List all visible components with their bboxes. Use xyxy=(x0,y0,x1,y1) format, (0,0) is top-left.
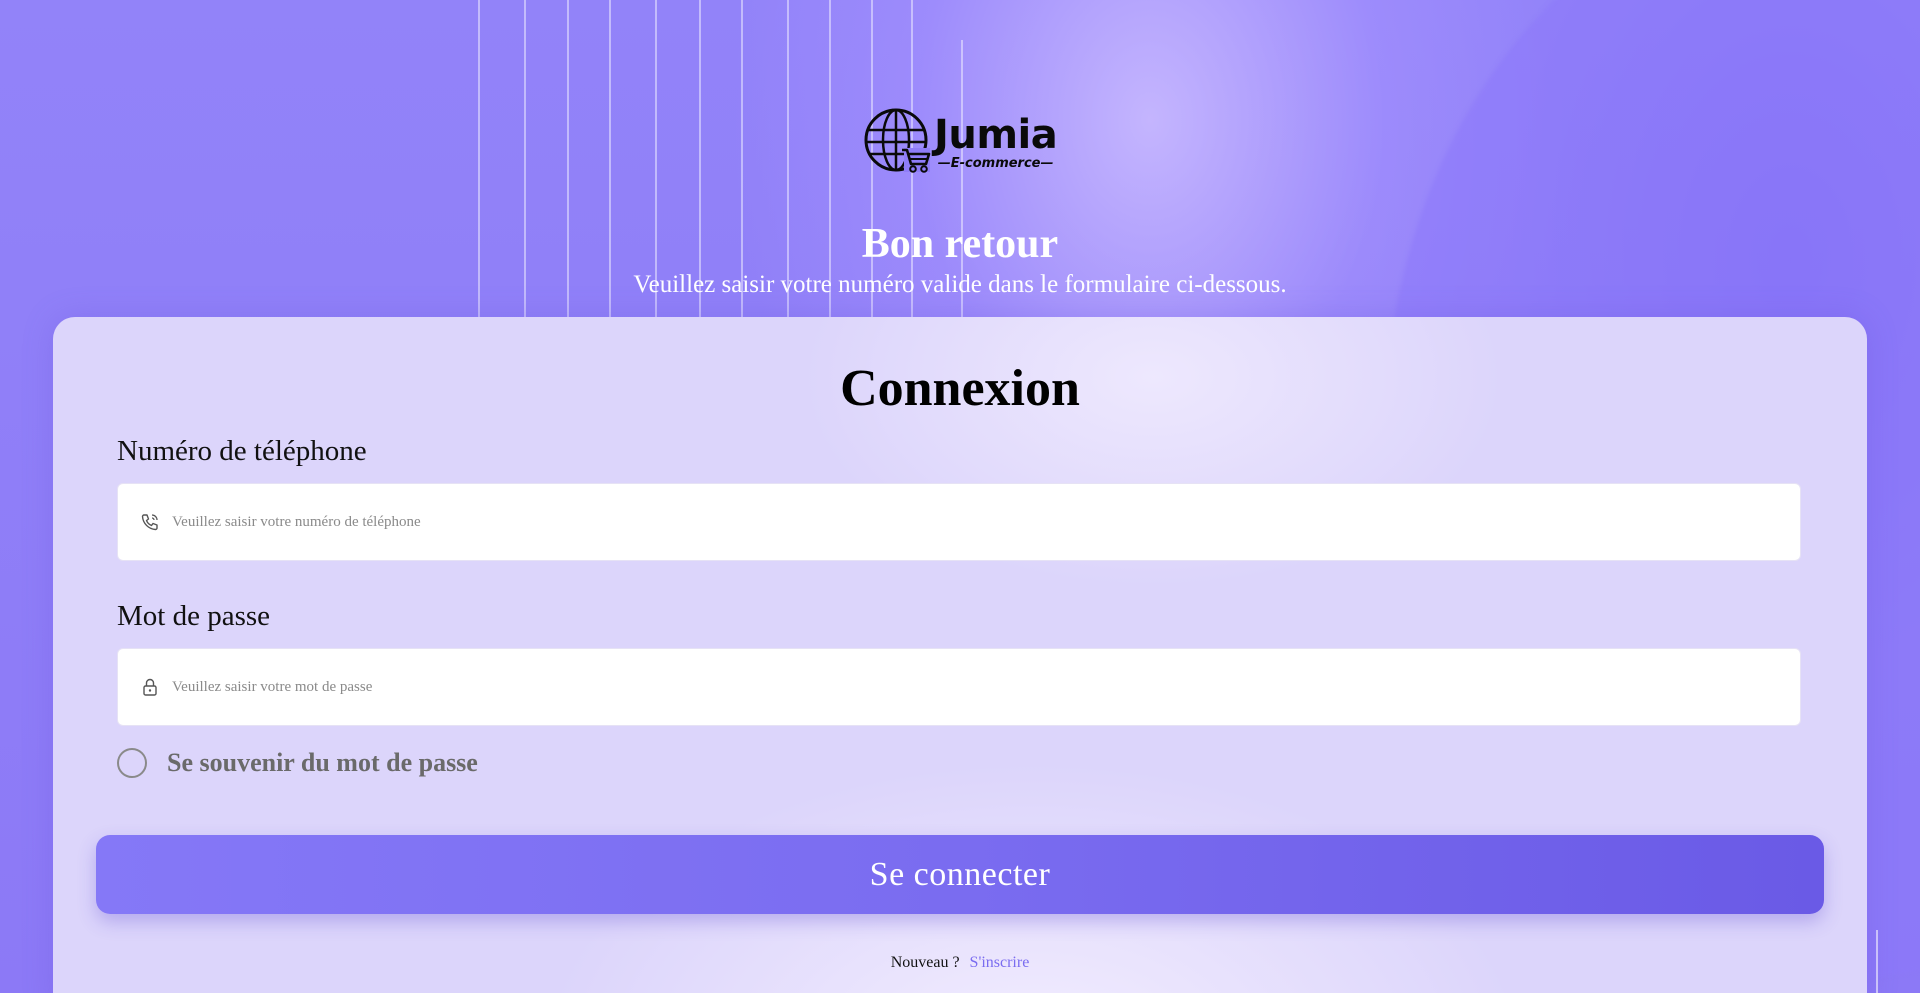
lock-icon xyxy=(140,677,160,697)
signup-prompt-text: Nouveau ? xyxy=(890,954,960,971)
remember-radio[interactable] xyxy=(117,748,147,778)
form-title: Connexion xyxy=(840,360,1080,417)
brand-wordmark: Jumia —E-commerce— xyxy=(934,111,1058,171)
brand-logo: Jumia —E-commerce— xyxy=(864,108,1058,176)
remember-label[interactable]: Se souvenir du mot de passe xyxy=(167,748,478,778)
signup-link[interactable]: S'inscrire xyxy=(970,954,1030,971)
password-input[interactable] xyxy=(170,677,1674,697)
remember-me[interactable]: Se souvenir du mot de passe xyxy=(117,748,478,778)
phone-label: Numéro de téléphone xyxy=(117,435,367,467)
welcome-subtitle: Veuillez saisir votre numéro valide dans… xyxy=(633,271,1287,298)
globe-cart-icon xyxy=(864,108,931,173)
phone-input[interactable] xyxy=(170,512,1674,532)
password-field-container[interactable] xyxy=(117,648,1801,726)
welcome-title: Bon retour xyxy=(861,221,1059,267)
login-card: Connexion Numéro de téléphone Mot de pas… xyxy=(53,317,1867,993)
welcome-header: Bon retour Veuillez saisir votre numéro … xyxy=(0,218,1920,300)
brand-tagline: —E-commerce— xyxy=(937,155,1054,171)
brand-name: Jumia xyxy=(934,111,1058,158)
login-button[interactable]: Se connecter xyxy=(96,835,1824,914)
signup-prompt: Nouveau ? S'inscrire xyxy=(53,954,1867,972)
phone-field-container[interactable] xyxy=(117,483,1801,561)
background-glow-line xyxy=(1876,930,1878,993)
phone-icon xyxy=(140,512,160,532)
password-label: Mot de passe xyxy=(117,600,271,632)
